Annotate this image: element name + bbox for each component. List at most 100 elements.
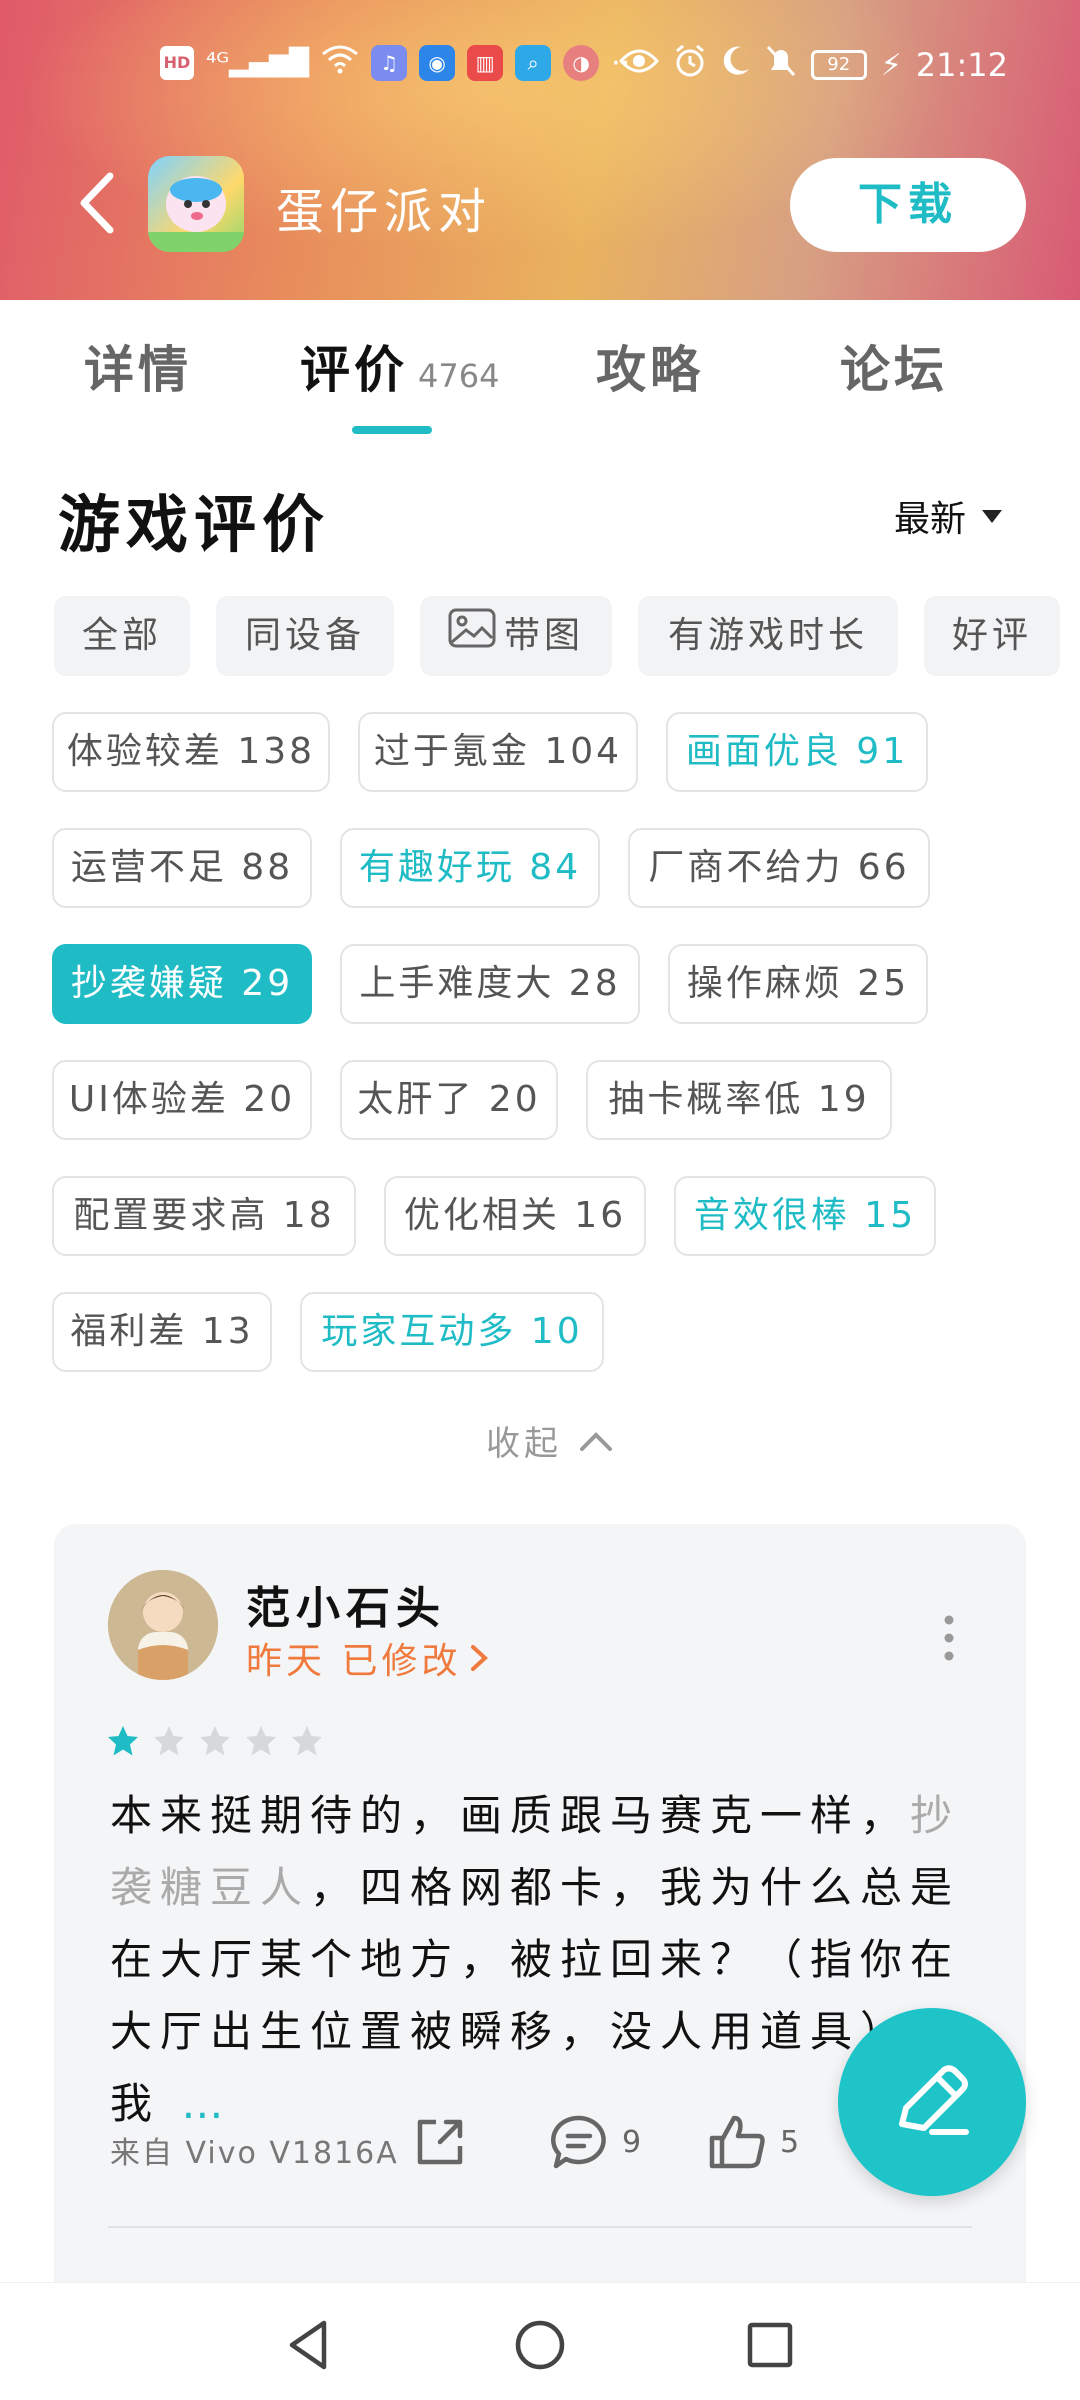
app-icon — [148, 156, 244, 252]
tag-chip[interactable]: 运营不足 88 — [52, 828, 312, 908]
battery-indicator: 92 — [810, 50, 867, 80]
image-icon — [448, 597, 496, 677]
filter-all[interactable]: 全部 — [54, 596, 190, 676]
rating-stars — [106, 1724, 324, 1758]
write-review-button[interactable] — [838, 2008, 1026, 2196]
star-empty-icon — [200, 1726, 230, 1756]
filter-positive[interactable]: 好评 — [924, 596, 1060, 676]
review-ellipsis: … — [181, 2079, 232, 2128]
tab-reviews[interactable]: 评价 4764 — [300, 330, 499, 402]
tag-chip[interactable]: 上手难度大 28 — [340, 944, 640, 1024]
system-nav-bar — [0, 2282, 1080, 2400]
filter-label: 全部 — [81, 615, 162, 656]
search-app-icon: ⌕ — [515, 45, 552, 81]
tag-chip[interactable]: UI体验差 20 — [52, 1060, 312, 1140]
4g-signal-icon: ⁴ᴳ▂▄▆█ — [206, 48, 310, 78]
filter-label: 带图 — [503, 615, 584, 656]
tag-chip[interactable]: 配置要求高 18 — [52, 1176, 356, 1256]
chevron-up-icon — [580, 1431, 612, 1451]
status-bar: HD ⁴ᴳ▂▄▆█ ♫ ◉ ▥ ⌕ ◑ ··· 92 ⚡ 21:12 — [0, 44, 1080, 94]
tab-bar: 详情 评价 4764 攻略 论坛 — [0, 300, 1080, 440]
collapse-label: 收起 — [486, 1424, 562, 1464]
thumbs-up-icon — [709, 2115, 765, 2169]
filter-label: 有游戏时长 — [667, 615, 868, 656]
more-options-button[interactable] — [934, 1608, 964, 1668]
filter-play-time[interactable]: 有游戏时长 — [638, 596, 898, 676]
filter-label: 好评 — [951, 615, 1032, 656]
tag-chip[interactable]: 优化相关 16 — [384, 1176, 646, 1256]
review-text-part: 本来挺期待的，画质跟马赛克一样， — [110, 1791, 911, 1840]
review-count: 4764 — [418, 357, 500, 395]
tab-indicator — [352, 426, 432, 434]
tag-chip[interactable]: 过于氪金 104 — [358, 712, 638, 792]
alarm-icon — [673, 44, 707, 86]
status-right: 92 ⚡ 21:12 — [618, 44, 1008, 86]
tag-chip[interactable]: 玩家互动多 10 — [300, 1292, 604, 1372]
music-app-icon: ♫ — [371, 45, 408, 81]
app-header: HD ⁴ᴳ▂▄▆█ ♫ ◉ ▥ ⌕ ◑ ··· 92 ⚡ 21:12 蛋仔派对 … — [0, 0, 1080, 300]
filter-with-image[interactable]: 带图 — [420, 596, 612, 676]
tab-label: 评价 — [300, 341, 408, 399]
nav-home-button[interactable] — [510, 2315, 570, 2375]
star-empty-icon — [154, 1726, 184, 1756]
review-meta[interactable]: 昨天 已修改 — [246, 1632, 489, 1684]
sort-label: 最新 — [894, 499, 967, 540]
share-button[interactable] — [410, 2112, 470, 2172]
filter-label: 同设备 — [244, 615, 365, 656]
avatar[interactable] — [108, 1570, 218, 1680]
tag-chip-active[interactable]: 抄袭嫌疑 29 — [52, 944, 312, 1024]
caret-down-icon — [982, 509, 1003, 523]
charging-icon: ⚡ — [880, 47, 902, 83]
nav-recents-button[interactable] — [740, 2315, 800, 2375]
app-name: 蛋仔派对 — [276, 184, 493, 240]
star-filled-icon — [108, 1726, 138, 1756]
clock: 21:12 — [915, 46, 1008, 84]
tab-label: 攻略 — [596, 341, 704, 399]
sort-dropdown[interactable]: 最新 — [894, 490, 1003, 542]
star-empty-icon — [246, 1726, 276, 1756]
review-date: 昨天 已修改 — [246, 1641, 462, 1682]
comment-icon — [551, 2115, 606, 2169]
tag-chip[interactable]: 抽卡概率低 19 — [586, 1060, 892, 1140]
tag-chip[interactable]: 太肝了 20 — [340, 1060, 558, 1140]
tag-chip[interactable]: 操作麻烦 25 — [668, 944, 928, 1024]
tag-chip[interactable]: 有趣好玩 84 — [340, 828, 600, 908]
section-title: 游戏评价 — [58, 488, 331, 561]
comment-count: 9 — [622, 2124, 642, 2160]
nav-back-button[interactable] — [280, 2315, 340, 2375]
like-button[interactable]: 5 — [706, 2112, 799, 2172]
tab-label: 论坛 — [840, 341, 948, 399]
tag-chip[interactable]: 画面优良 91 — [666, 712, 928, 792]
book-app-icon: ▥ — [467, 45, 504, 81]
comment-button[interactable]: 9 — [548, 2112, 641, 2172]
status-left: HD ⁴ᴳ▂▄▆█ ♫ ◉ ▥ ⌕ ◑ ··· — [160, 44, 640, 82]
review-source: 来自 Vivo V1816A — [110, 2136, 399, 2171]
card-divider — [108, 2226, 972, 2228]
eye-icon — [618, 47, 659, 83]
mute-bell-icon — [765, 44, 797, 86]
tab-details[interactable]: 详情 — [84, 330, 192, 402]
chevron-right-icon — [471, 1645, 489, 1671]
bulb-app-icon: ◉ — [419, 45, 456, 81]
back-button[interactable] — [70, 168, 130, 238]
ball-app-icon: ◑ — [563, 45, 600, 81]
collapse-button[interactable]: 收起 — [486, 1416, 614, 1465]
hd-icon: HD — [160, 46, 194, 80]
star-empty-icon — [292, 1726, 322, 1756]
tab-forum[interactable]: 论坛 — [840, 330, 948, 402]
tag-chip[interactable]: 厂商不给力 66 — [628, 828, 930, 908]
tag-chip[interactable]: 福利差 13 — [52, 1292, 272, 1372]
tag-chip[interactable]: 音效很棒 15 — [674, 1176, 936, 1256]
share-icon — [417, 2119, 463, 2165]
filter-same-device[interactable]: 同设备 — [216, 596, 394, 676]
like-count: 5 — [780, 2124, 800, 2160]
pen-icon — [899, 2065, 969, 2135]
tab-label: 详情 — [84, 341, 192, 399]
review-username[interactable]: 范小石头 — [246, 1572, 446, 1636]
moon-icon — [721, 45, 751, 85]
tag-chip[interactable]: 体验较差 138 — [52, 712, 330, 792]
download-button[interactable]: 下载 — [790, 158, 1026, 252]
review-card: 范小石头 昨天 已修改 本来挺期待的，画质跟马赛克一样，抄袭糖豆人，四格网都卡，… — [54, 1524, 1026, 2400]
wifi-icon — [321, 44, 359, 82]
tab-guides[interactable]: 攻略 — [596, 330, 704, 402]
